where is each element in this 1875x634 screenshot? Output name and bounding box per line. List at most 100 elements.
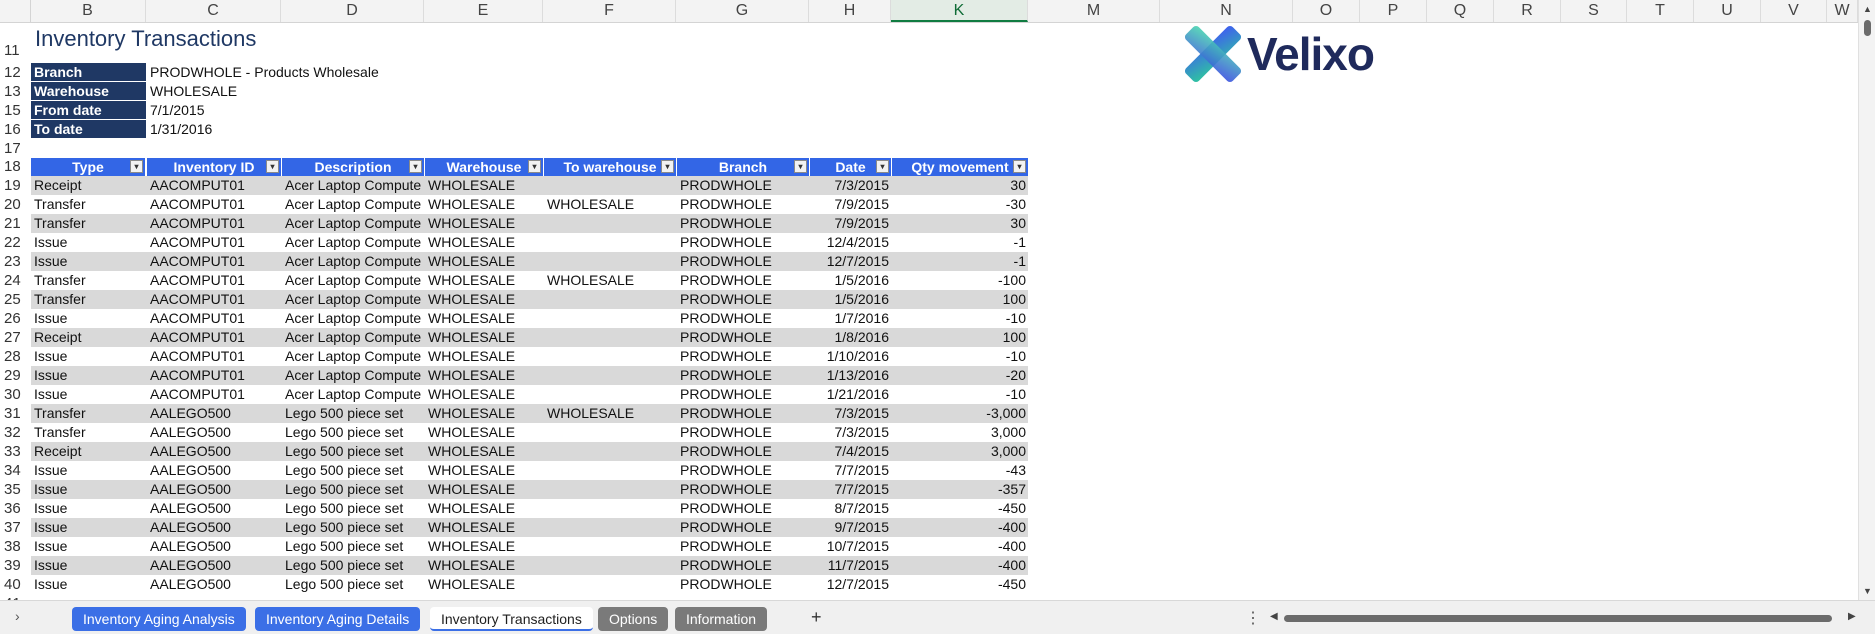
- table-cell[interactable]: Lego 500 piece set: [282, 499, 425, 518]
- table-cell[interactable]: AACOMPUT01: [147, 347, 282, 366]
- table-cell[interactable]: 1/5/2016: [810, 290, 892, 309]
- table-cell[interactable]: PRODWHOLE: [677, 233, 810, 252]
- table-cell[interactable]: [544, 442, 677, 461]
- table-cell[interactable]: AACOMPUT01: [147, 214, 282, 233]
- table-cell[interactable]: Lego 500 piece set: [282, 461, 425, 480]
- table-cell[interactable]: [544, 214, 677, 233]
- table-cell[interactable]: WHOLESALE: [425, 442, 544, 461]
- table-cell[interactable]: Transfer: [31, 195, 146, 214]
- column-header-h[interactable]: H: [809, 0, 891, 22]
- table-cell[interactable]: WHOLESALE: [425, 556, 544, 575]
- row-number[interactable]: 11: [0, 41, 30, 60]
- table-cell[interactable]: Lego 500 piece set: [282, 423, 425, 442]
- table-cell[interactable]: [544, 537, 677, 556]
- scroll-up-icon[interactable]: ▲: [1863, 4, 1872, 14]
- table-cell[interactable]: WHOLESALE: [425, 271, 544, 290]
- table-cell[interactable]: -400: [892, 556, 1029, 575]
- column-header-t[interactable]: T: [1627, 0, 1694, 22]
- table-cell[interactable]: [544, 423, 677, 442]
- table-cell[interactable]: PRODWHOLE: [677, 328, 810, 347]
- table-cell[interactable]: PRODWHOLE: [677, 556, 810, 575]
- table-cell[interactable]: WHOLESALE: [425, 290, 544, 309]
- row-number[interactable]: 30: [0, 385, 30, 404]
- table-cell[interactable]: AALEGO500: [147, 499, 282, 518]
- table-cell[interactable]: PRODWHOLE: [677, 252, 810, 271]
- row-number[interactable]: 25: [0, 290, 30, 309]
- column-header-f[interactable]: F: [543, 0, 676, 22]
- table-cell[interactable]: AACOMPUT01: [147, 271, 282, 290]
- table-cell[interactable]: AACOMPUT01: [147, 385, 282, 404]
- param-value[interactable]: 1/31/2016: [150, 120, 212, 138]
- table-cell[interactable]: Lego 500 piece set: [282, 575, 425, 594]
- row-number[interactable]: 34: [0, 461, 30, 480]
- table-cell[interactable]: PRODWHOLE: [677, 271, 810, 290]
- filter-dropdown-icon[interactable]: ▾: [266, 160, 279, 173]
- table-cell[interactable]: 1/10/2016: [810, 347, 892, 366]
- table-cell[interactable]: [544, 480, 677, 499]
- row-number[interactable]: 35: [0, 480, 30, 499]
- table-cell[interactable]: [544, 176, 677, 195]
- table-cell[interactable]: -10: [892, 347, 1029, 366]
- table-cell[interactable]: Issue: [31, 537, 146, 556]
- table-cell[interactable]: Receipt: [31, 328, 146, 347]
- column-header-o[interactable]: O: [1293, 0, 1360, 22]
- table-header-cell[interactable]: Branch ▾: [677, 158, 810, 176]
- table-cell[interactable]: WHOLESALE: [544, 195, 677, 214]
- table-cell[interactable]: WHOLESALE: [425, 537, 544, 556]
- table-cell[interactable]: Acer Laptop Compute: [282, 385, 425, 404]
- table-cell[interactable]: PRODWHOLE: [677, 575, 810, 594]
- table-cell[interactable]: Acer Laptop Compute: [282, 271, 425, 290]
- table-cell[interactable]: PRODWHOLE: [677, 442, 810, 461]
- table-cell[interactable]: PRODWHOLE: [677, 347, 810, 366]
- table-header-cell[interactable]: Date ▾: [810, 158, 892, 176]
- scroll-right-icon[interactable]: ▶: [1848, 611, 1856, 622]
- column-header-k[interactable]: K: [891, 0, 1028, 22]
- filter-dropdown-icon[interactable]: ▾: [409, 160, 422, 173]
- column-header-m[interactable]: M: [1028, 0, 1160, 22]
- table-cell[interactable]: 7/7/2015: [810, 480, 892, 499]
- column-header-v[interactable]: V: [1761, 0, 1827, 22]
- column-header-q[interactable]: Q: [1427, 0, 1494, 22]
- row-number[interactable]: 29: [0, 366, 30, 385]
- table-cell[interactable]: AACOMPUT01: [147, 328, 282, 347]
- table-cell[interactable]: -450: [892, 575, 1029, 594]
- table-cell[interactable]: WHOLESALE: [425, 385, 544, 404]
- column-header-n[interactable]: N: [1160, 0, 1293, 22]
- table-cell[interactable]: WHOLESALE: [425, 518, 544, 537]
- table-cell[interactable]: [544, 233, 677, 252]
- table-cell[interactable]: 1/5/2016: [810, 271, 892, 290]
- table-cell[interactable]: AALEGO500: [147, 556, 282, 575]
- table-cell[interactable]: Transfer: [31, 290, 146, 309]
- table-cell[interactable]: Issue: [31, 252, 146, 271]
- table-cell[interactable]: Acer Laptop Compute: [282, 214, 425, 233]
- table-cell[interactable]: 7/3/2015: [810, 176, 892, 195]
- row-number[interactable]: 19: [0, 176, 30, 195]
- table-header-cell[interactable]: To warehouse ▾: [544, 158, 677, 176]
- table-cell[interactable]: Receipt: [31, 176, 146, 195]
- row-number[interactable]: 22: [0, 233, 30, 252]
- table-cell[interactable]: Issue: [31, 233, 146, 252]
- spreadsheet-grid[interactable]: BCDEFGHKMNOPQRSTUVW 11 12 13 15 16 17 18 19 20 21…: [0, 0, 1858, 600]
- column-header-p[interactable]: P: [1360, 0, 1427, 22]
- table-cell[interactable]: 1/8/2016: [810, 328, 892, 347]
- table-cell[interactable]: 9/7/2015: [810, 518, 892, 537]
- vertical-scrollbar[interactable]: ▲ ▼: [1858, 0, 1875, 600]
- filter-dropdown-icon[interactable]: ▾: [661, 160, 674, 173]
- table-cell[interactable]: WHOLESALE: [425, 214, 544, 233]
- row-number[interactable]: 38: [0, 537, 30, 556]
- column-header-c[interactable]: C: [146, 0, 281, 22]
- table-cell[interactable]: WHOLESALE: [425, 347, 544, 366]
- table-cell[interactable]: AALEGO500: [147, 480, 282, 499]
- table-cell[interactable]: [544, 575, 677, 594]
- table-cell[interactable]: AACOMPUT01: [147, 195, 282, 214]
- table-cell[interactable]: PRODWHOLE: [677, 366, 810, 385]
- table-cell[interactable]: -1: [892, 233, 1029, 252]
- table-cell[interactable]: 1/21/2016: [810, 385, 892, 404]
- param-value[interactable]: WHOLESALE: [150, 82, 237, 100]
- select-all-corner[interactable]: [0, 0, 31, 22]
- table-cell[interactable]: Issue: [31, 366, 146, 385]
- table-cell[interactable]: Receipt: [31, 442, 146, 461]
- table-cell[interactable]: -43: [892, 461, 1029, 480]
- table-cell[interactable]: 30: [892, 214, 1029, 233]
- horizontal-scroll-thumb[interactable]: [1284, 615, 1832, 622]
